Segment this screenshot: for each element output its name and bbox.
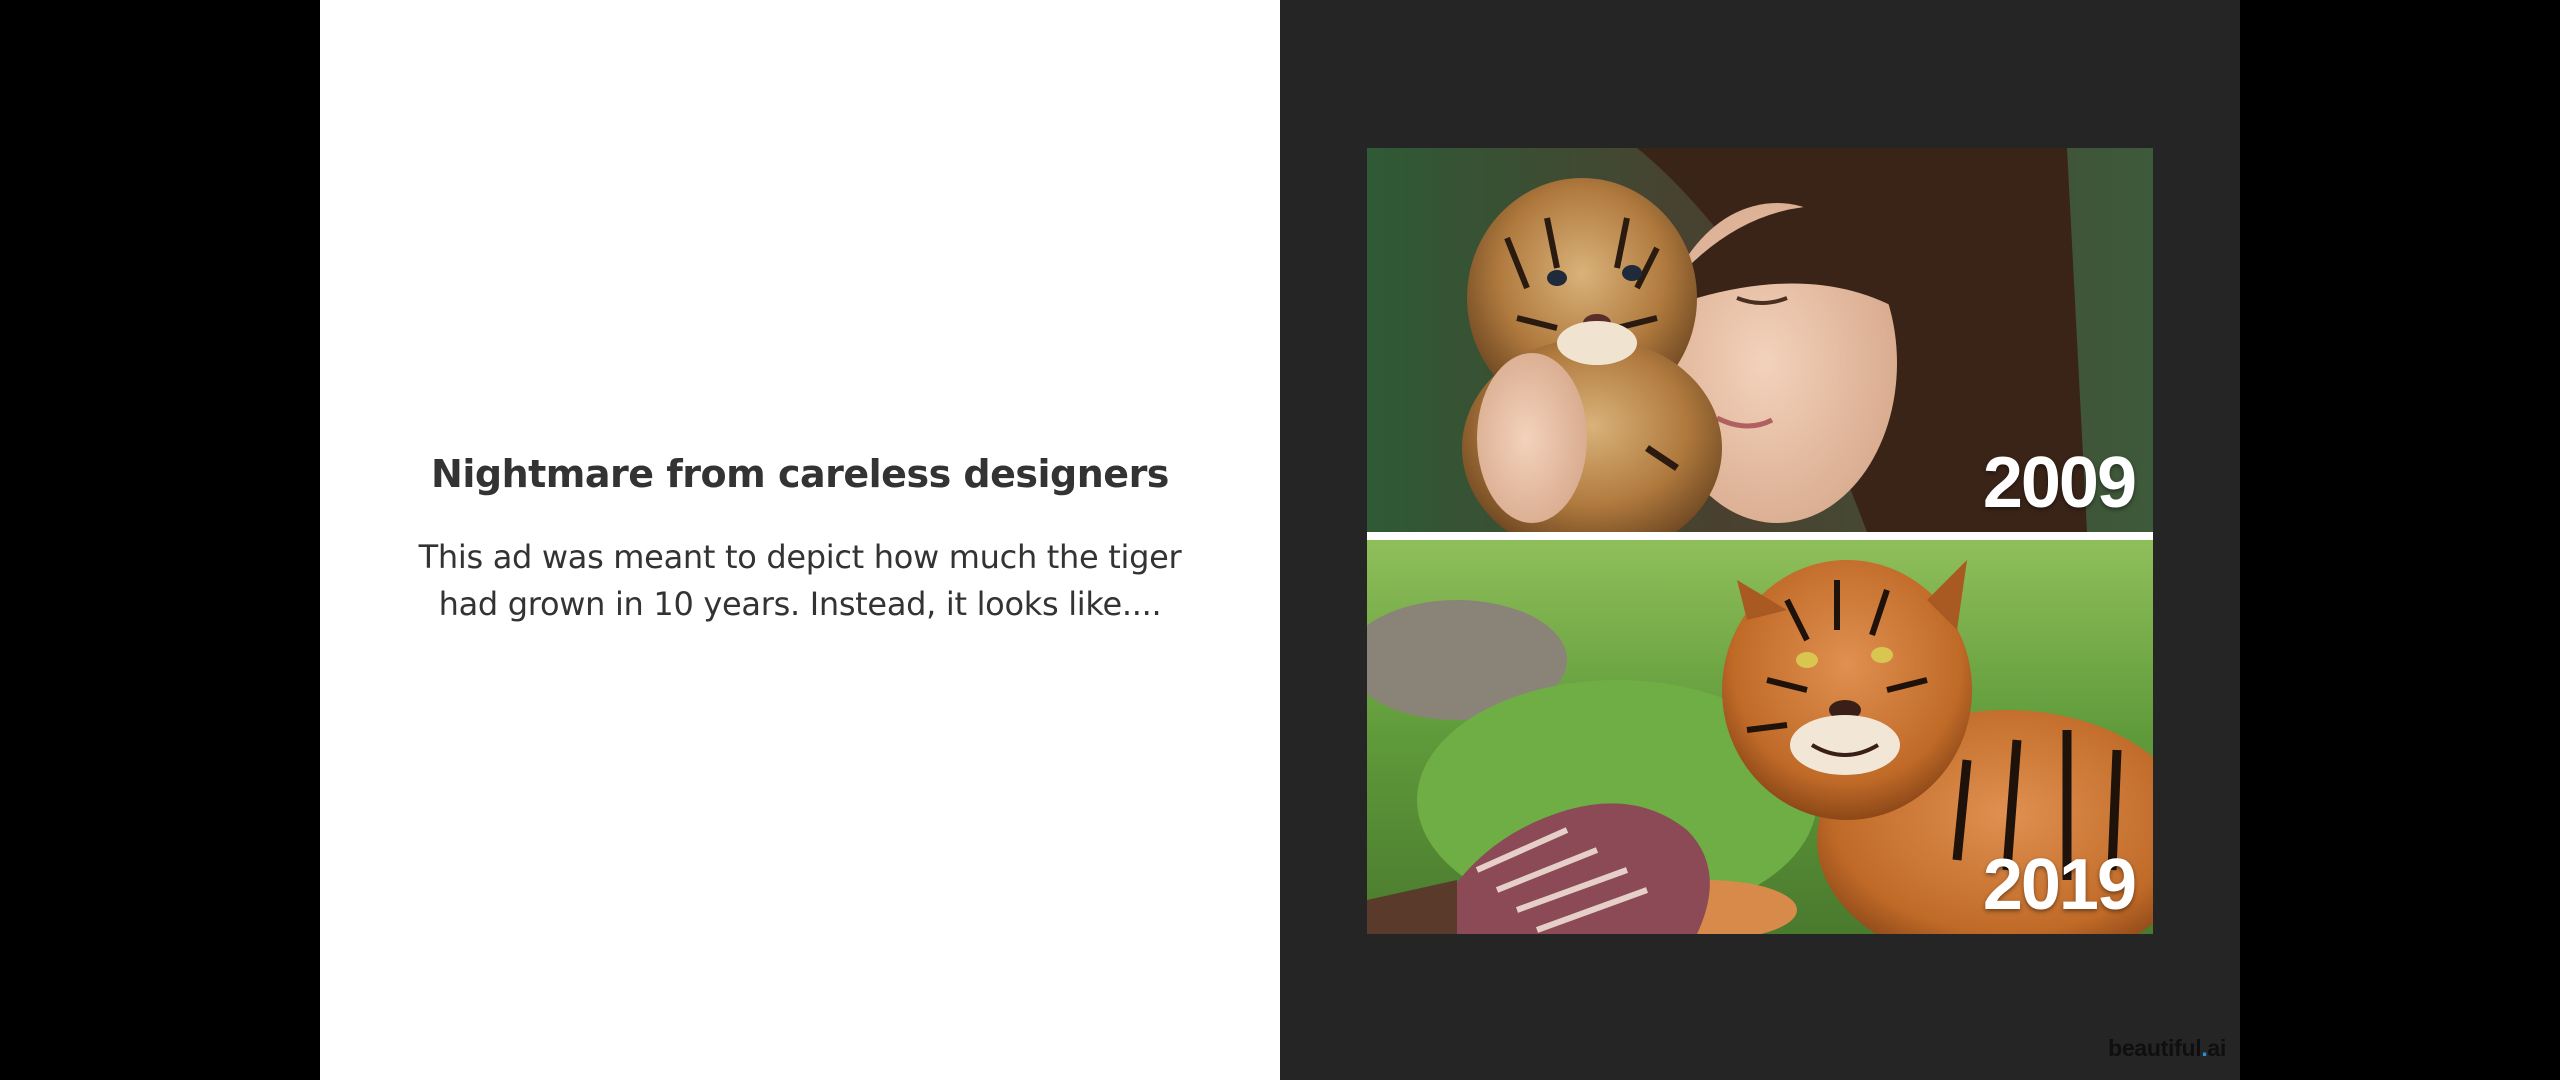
adult-tiger-eating-carcass-photo: 2019	[1367, 540, 2153, 934]
slide-body-text: This ad was meant to depict how much the…	[418, 538, 1182, 623]
year-label-2019: 2019	[1982, 845, 2137, 925]
presentation-slide: Nightmare from careless designers This a…	[320, 0, 2240, 1080]
tiger-cub-with-woman-photo: 2009	[1367, 148, 2153, 532]
image-panel: 2009 2019 beautiful.ai	[1280, 0, 2240, 1080]
slide-title: Nightmare from careless designers	[431, 452, 1169, 496]
text-panel: Nightmare from careless designers This a…	[320, 0, 1280, 1080]
photo-collage: 2009 2019	[1367, 148, 2153, 934]
year-label-2009: 2009	[1982, 443, 2137, 523]
beautiful-ai-logo: beautiful.ai	[2108, 1035, 2226, 1061]
